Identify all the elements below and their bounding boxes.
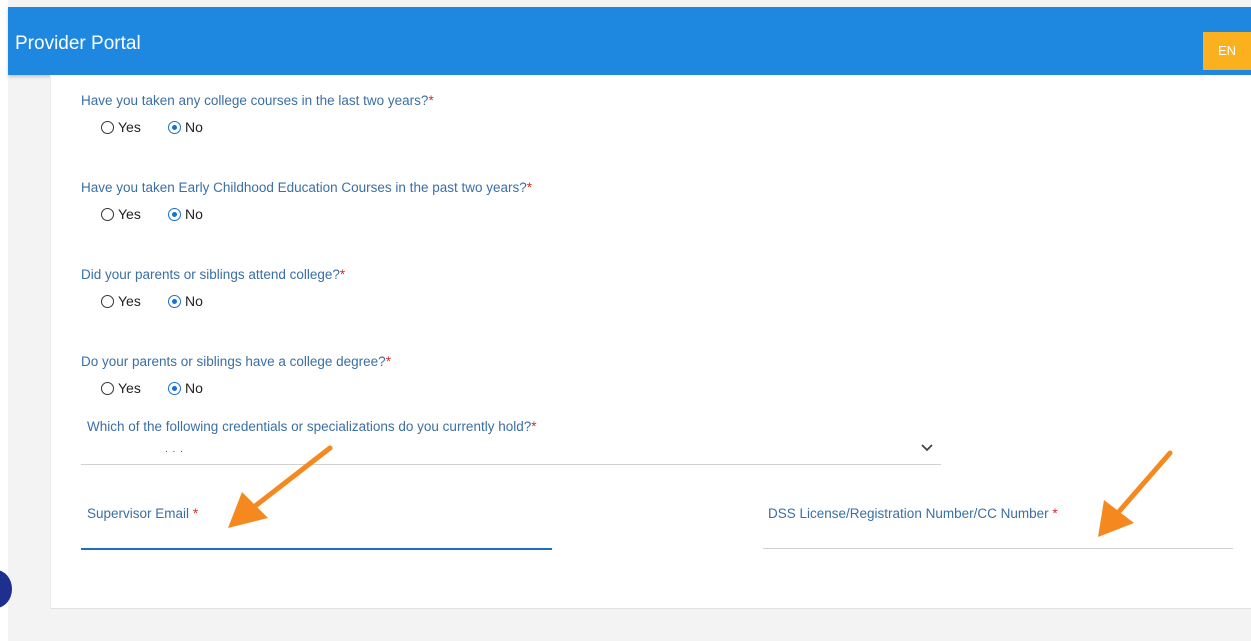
annotation-arrow-icon	[1098, 450, 1173, 537]
radio-yes[interactable]: Yes	[101, 206, 141, 222]
radio-label: Yes	[118, 206, 141, 222]
question-label: Have you taken Early Childhood Education…	[81, 180, 527, 195]
credentials-label: Which of the following credentials or sp…	[87, 419, 537, 434]
required-mark: *	[526, 180, 533, 195]
radio-label: Yes	[118, 293, 141, 309]
language-button[interactable]: EN	[1203, 32, 1251, 70]
field-label-text: Supervisor Email	[87, 506, 190, 521]
required-mark: *	[192, 506, 199, 521]
radio-label: No	[185, 380, 203, 396]
license-number-label: DSS License/Registration Number/CC Numbe…	[768, 506, 1058, 521]
radio-circle	[101, 294, 114, 308]
top-app-bar: Provider Portal EN	[8, 7, 1251, 75]
radio-yes[interactable]: Yes	[101, 293, 141, 309]
required-mark: *	[339, 267, 346, 282]
radio-no[interactable]: No	[168, 380, 203, 396]
question-parents-attend-college: Did your parents or siblings attend coll…	[81, 267, 345, 282]
annotation-arrow-icon	[228, 445, 333, 528]
required-mark: *	[531, 419, 537, 434]
select-placeholder: . . .	[165, 444, 184, 455]
question-college-courses: Have you taken any college courses in th…	[81, 93, 434, 108]
radio-yes[interactable]: Yes	[101, 380, 141, 396]
credentials-select[interactable]: . . .	[81, 438, 941, 465]
radio-label: Yes	[118, 119, 141, 135]
radio-circle-selected	[168, 120, 181, 134]
radio-yes[interactable]: Yes	[101, 119, 141, 135]
radio-label: Yes	[118, 380, 141, 396]
question-parents-college-degree: Do your parents or siblings have a colle…	[81, 354, 391, 369]
question-label: Do your parents or siblings have a colle…	[81, 354, 386, 369]
radio-no[interactable]: No	[168, 119, 203, 135]
radio-no[interactable]: No	[168, 206, 203, 222]
radio-no[interactable]: No	[168, 293, 203, 309]
question-label: Which of the following credentials or sp…	[87, 419, 532, 434]
left-strip	[0, 0, 8, 641]
radio-circle-selected	[168, 381, 181, 395]
radio-circle-selected	[168, 207, 181, 221]
radio-label: No	[185, 206, 203, 222]
radio-label: No	[185, 119, 203, 135]
required-mark: *	[428, 93, 434, 108]
question-label: Have you taken any college courses in th…	[81, 93, 429, 108]
radio-circle	[101, 381, 114, 395]
radio-circle	[101, 207, 114, 221]
app-title: Provider Portal	[15, 33, 141, 54]
floating-widget[interactable]	[0, 570, 12, 608]
radio-circle	[101, 120, 114, 134]
question-ece-courses: Have you taken Early Childhood Education…	[81, 180, 532, 195]
field-label-text: DSS License/Registration Number/CC Numbe…	[768, 506, 1049, 521]
question-label: Did your parents or siblings attend coll…	[81, 267, 340, 282]
chevron-down-icon	[921, 444, 933, 452]
supervisor-email-label: Supervisor Email *	[87, 506, 198, 521]
radio-label: No	[185, 293, 203, 309]
required-mark: *	[1052, 506, 1058, 521]
radio-circle-selected	[168, 294, 181, 308]
required-mark: *	[385, 354, 391, 369]
